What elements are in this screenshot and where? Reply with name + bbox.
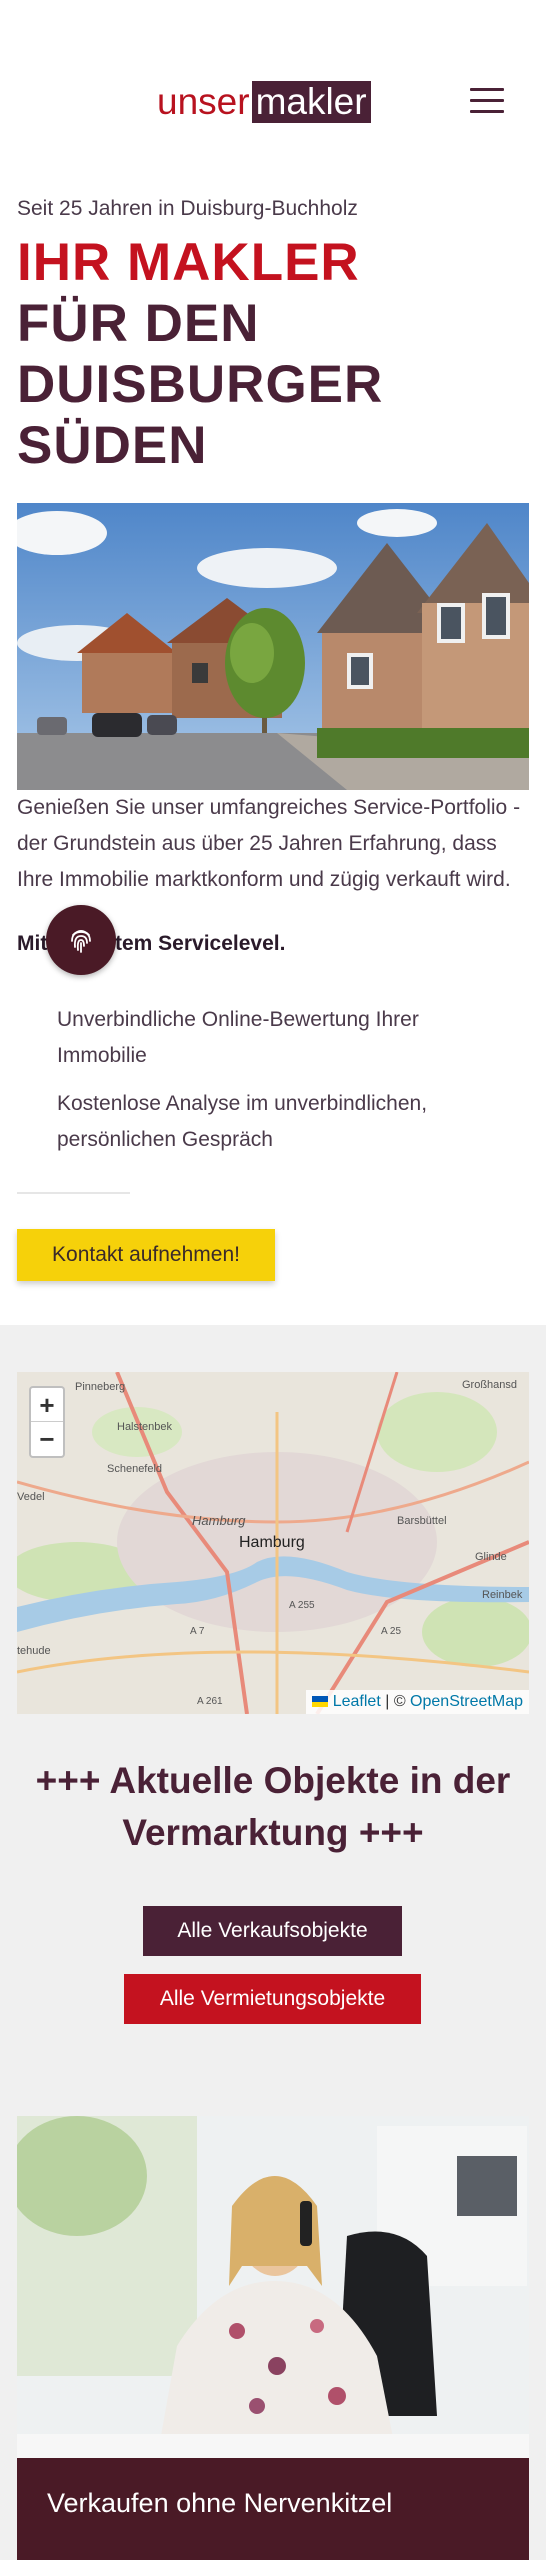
map-label-glinde: Glinde (475, 1551, 507, 1563)
zoom-in-button[interactable]: + (31, 1388, 63, 1422)
all-sale-objects-button[interactable]: Alle Verkaufsobjekte (143, 1906, 402, 1956)
map-label-a25: A 25 (381, 1626, 401, 1637)
logo-part-makler: makler (251, 81, 371, 123)
map-label-wedel: Vedel (17, 1491, 45, 1503)
feature-list: Unverbindliche Online-Bewertung Ihrer Im… (57, 1002, 497, 1170)
agent-photo (17, 2116, 529, 2458)
sell-banner-label: Verkaufen ohne Nervenkitzel (47, 2488, 393, 2518)
map-label-grosshansd: Großhansd (462, 1379, 517, 1391)
objects-heading: +++ Aktuelle Objekte in der Vermarktung … (35, 1760, 511, 1853)
map-zoom-control: + − (29, 1386, 65, 1458)
feature-item-online-valuation: Unverbindliche Online-Bewertung Ihrer Im… (57, 1008, 419, 1067)
logo-part-unser: unser (157, 81, 250, 122)
map-label-a7: A 7 (190, 1626, 205, 1637)
map-label-reinbek: Reinbek (482, 1589, 523, 1601)
sell-banner[interactable]: Verkaufen ohne Nervenkitzel (17, 2458, 529, 2560)
hero-title-line3: DUISBURGER (17, 355, 384, 414)
map-label-halstenbek: Halstenbek (117, 1421, 173, 1433)
hero-title: IHR MAKLER FÜR DEN DUISBURGER SÜDEN (17, 232, 517, 476)
hero-subtitle: Seit 25 Jahren in Duisburg-Buchholz (17, 197, 358, 220)
map-label-hamburg: Hamburg (239, 1534, 305, 1551)
hero-title-line4: SÜDEN (17, 416, 208, 475)
map-label-hamburg-river: Hamburg (192, 1513, 246, 1528)
site-header: unser makler (0, 0, 546, 205)
map-widget[interactable]: Pinneberg Halstenbek Schenefeld Großhans… (17, 1372, 529, 1714)
map-label-pinneberg: Pinneberg (75, 1381, 125, 1393)
hero-title-line2: FÜR DEN (17, 294, 260, 353)
map-attribution: Leaflet | © OpenStreetMap (306, 1690, 529, 1714)
feature-item-free-analysis: Kostenlose Analyse im unverbindlichen, p… (57, 1092, 428, 1151)
osm-link[interactable]: OpenStreetMap (410, 1693, 523, 1710)
attribution-separator: | © (380, 1693, 411, 1710)
hero-title-line1: IHR MAKLER (17, 233, 360, 292)
hero-house-photo (17, 503, 529, 790)
ukraine-flag-icon (312, 1696, 329, 1708)
all-rental-objects-button[interactable]: Alle Vermietungsobjekte (124, 1974, 421, 2024)
intro-text: Genießen Sie unser umfangreiches Service… (17, 796, 521, 891)
map-label-barsbuettel: Barsbüttel (397, 1515, 447, 1527)
map-label-a261: A 261 (197, 1696, 223, 1707)
leaflet-link[interactable]: Leaflet (333, 1693, 381, 1710)
logo[interactable]: unser makler (157, 81, 371, 123)
hamburger-menu-icon[interactable] (470, 88, 504, 116)
contact-button[interactable]: Kontakt aufnehmen! (17, 1229, 275, 1281)
divider (17, 1192, 130, 1194)
map-label-a255: A 255 (289, 1600, 315, 1611)
fingerprint-icon[interactable] (46, 905, 116, 975)
map-label-rehude: tehude (17, 1645, 51, 1657)
map-label-schenefeld: Schenefeld (107, 1463, 162, 1475)
zoom-out-button[interactable]: − (31, 1422, 63, 1456)
